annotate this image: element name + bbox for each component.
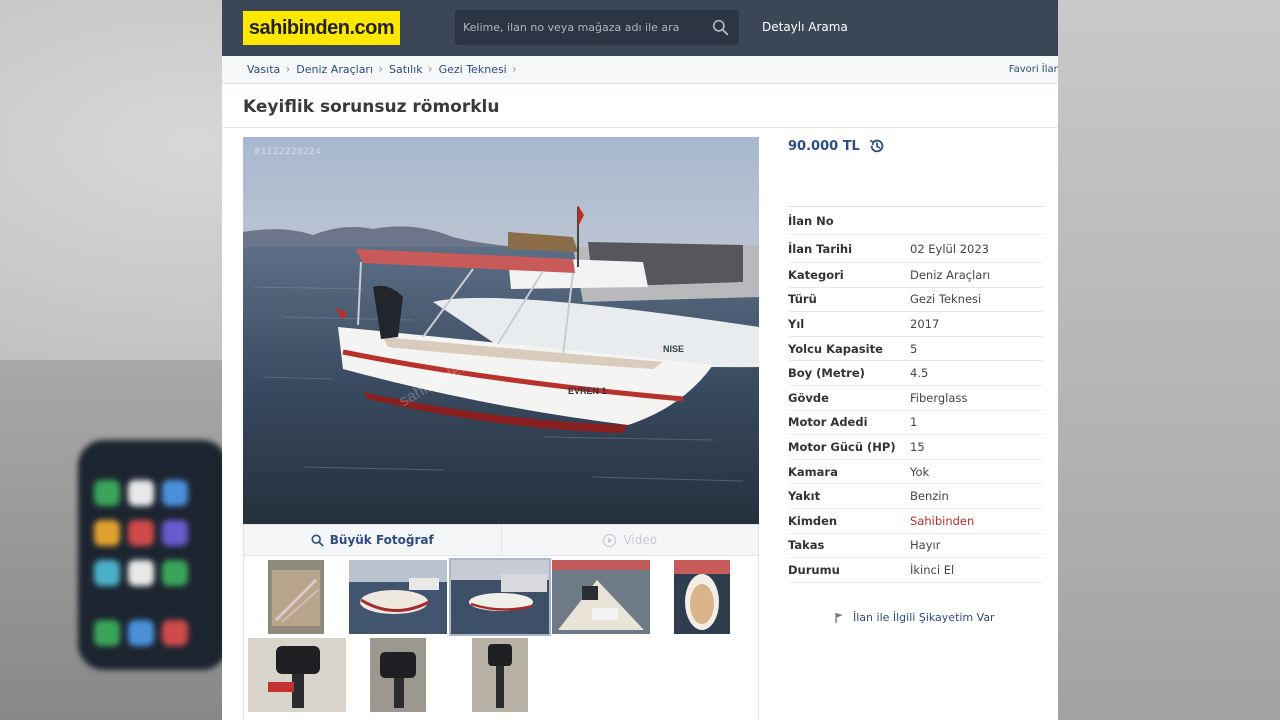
blurred-background-right (1058, 0, 1280, 720)
detail-value: 15 (910, 439, 925, 454)
detail-label: Motor Adedi (788, 415, 868, 430)
video-button[interactable]: Video (500, 525, 759, 555)
detail-label: Kategori (788, 267, 844, 282)
listing-page: sahibinden.com Detaylı Arama Vasıta Deni… (222, 0, 1058, 720)
detail-value: 02 Eylül 2023 (910, 241, 989, 256)
search-input[interactable] (455, 10, 705, 45)
detail-label: Gövde (788, 390, 829, 405)
detail-label: Boy (Metre) (788, 366, 865, 381)
title-row: Keyiflik sorunsuz römorklu (222, 84, 1058, 128)
breadcrumb: Vasıta Deniz Araçları Satılık Gezi Tekne… (247, 62, 523, 76)
complaint-label: İlan ile İlgili Şikayetim Var (853, 611, 995, 624)
complaint-link[interactable]: İlan ile İlgili Şikayetim Var (834, 611, 995, 624)
detail-value: Gezi Teknesi (910, 292, 982, 307)
detail-label: Türü (788, 292, 817, 307)
thumbnail-gallery (243, 556, 759, 720)
detail-label: Durumu (788, 562, 840, 577)
detail-value: 1 (910, 415, 918, 430)
photo-tools: Büyük Fotoğraf Video (243, 524, 759, 556)
detail-row: Motor Gücü (HP) 15 (788, 435, 1044, 460)
large-photo-button[interactable]: Büyük Fotoğraf (244, 525, 501, 555)
breadcrumb-item-gezi-teknesi[interactable]: Gezi Teknesi (439, 62, 517, 76)
boat-name: EVREN 1 (568, 386, 607, 396)
play-icon (603, 533, 617, 547)
detail-value: 4.5 (910, 366, 929, 381)
thumbnail-boat-interior[interactable] (552, 560, 650, 634)
flag-icon (835, 612, 843, 623)
thumbnail-trailer[interactable] (268, 560, 324, 634)
thumbnail-motor-3[interactable] (472, 638, 528, 712)
detail-row: Kategori Deniz Araçları (788, 263, 1044, 288)
listing-details-table: İlan No İlan Tarihi 02 Eylül 2023 Kategori D… (788, 206, 1044, 583)
detail-value: 5 (910, 341, 918, 356)
thumbnail-motor-2[interactable] (370, 638, 426, 712)
detail-value: Benzin (910, 489, 949, 504)
magnifier-icon (311, 534, 324, 547)
detail-row: Motor Adedi 1 (788, 411, 1044, 436)
detail-label: Yolcu Kapasite (788, 341, 883, 356)
detail-label: Kamara (788, 464, 838, 479)
detail-row: Durumu İkinci El (788, 558, 1044, 583)
detail-row: Türü Gezi Teknesi (788, 288, 1044, 313)
detail-value: Fiberglass (910, 390, 968, 405)
detail-label: Yakıt (788, 489, 821, 504)
detail-label: Takas (788, 538, 825, 553)
detail-row: Gövde Fiberglass (788, 386, 1044, 411)
thumbnail-boat-main[interactable] (449, 558, 551, 636)
detail-value: Deniz Araçları (910, 267, 991, 282)
svg-text:NISE: NISE (663, 344, 684, 354)
detail-row: Yıl 2017 (788, 312, 1044, 337)
detail-value: İkinci El (910, 562, 955, 577)
detail-row: Yolcu Kapasite 5 (788, 337, 1044, 362)
detail-label: İlan Tarihi (788, 241, 853, 256)
thumbnail-boat-docked[interactable] (349, 560, 447, 634)
thumbnail-boat-top[interactable] (674, 560, 730, 634)
breadcrumb-bar: Vasıta Deniz Araçları Satılık Gezi Tekne… (222, 56, 1058, 84)
detailed-search-link[interactable]: Detaylı Arama (762, 20, 848, 34)
site-logo[interactable]: sahibinden.com (243, 11, 400, 45)
video-label: Video (623, 533, 658, 547)
favorite-listing-link[interactable]: Favori İlan (1009, 64, 1058, 75)
price-history-icon[interactable] (868, 137, 886, 155)
detail-row: İlan No (788, 207, 1044, 235)
detail-row: İlan Tarihi 02 Eylül 2023 (788, 235, 1044, 263)
price: 90.000 TL (788, 138, 860, 154)
breadcrumb-item-satilik[interactable]: Satılık (389, 62, 432, 76)
detail-label: Motor Gücü (HP) (788, 439, 896, 454)
blurred-phone (78, 440, 228, 670)
detail-label: Yıl (788, 316, 805, 331)
detail-row: Boy (Metre) 4.5 (788, 361, 1044, 386)
detail-label: Kimden (788, 513, 838, 528)
detail-row: Takas Hayır (788, 534, 1044, 559)
search-icon[interactable] (712, 19, 729, 36)
detail-row: Kamara Yok (788, 460, 1044, 485)
main-photo[interactable]: NISE EVREN 1 sahibinden #1122228224 (243, 137, 759, 524)
ad-number-overlay: #1122228224 (253, 147, 322, 157)
detail-row: Kimden Sahibinden (788, 509, 1044, 534)
thumbnail-motor-1[interactable] (248, 638, 346, 712)
detail-row: Yakıt Benzin (788, 484, 1044, 509)
detail-value[interactable]: Sahibinden (910, 514, 974, 528)
breadcrumb-item-vasita[interactable]: Vasıta (247, 62, 291, 76)
detail-value: Yok (910, 464, 930, 479)
breadcrumb-item-deniz-araclari[interactable]: Deniz Araçları (296, 62, 382, 76)
detail-value: Hayır (910, 538, 941, 553)
large-photo-label: Büyük Fotoğraf (329, 533, 434, 547)
boat-photo-image: NISE EVREN 1 sahibinden (243, 137, 759, 524)
detail-value: 2017 (910, 316, 940, 331)
site-header: sahibinden.com Detaylı Arama (222, 0, 1058, 56)
detail-label: İlan No (788, 213, 834, 228)
price-row: 90.000 TL (788, 137, 886, 155)
listing-title: Keyiflik sorunsuz römorklu (243, 97, 500, 117)
search-box (455, 10, 739, 45)
